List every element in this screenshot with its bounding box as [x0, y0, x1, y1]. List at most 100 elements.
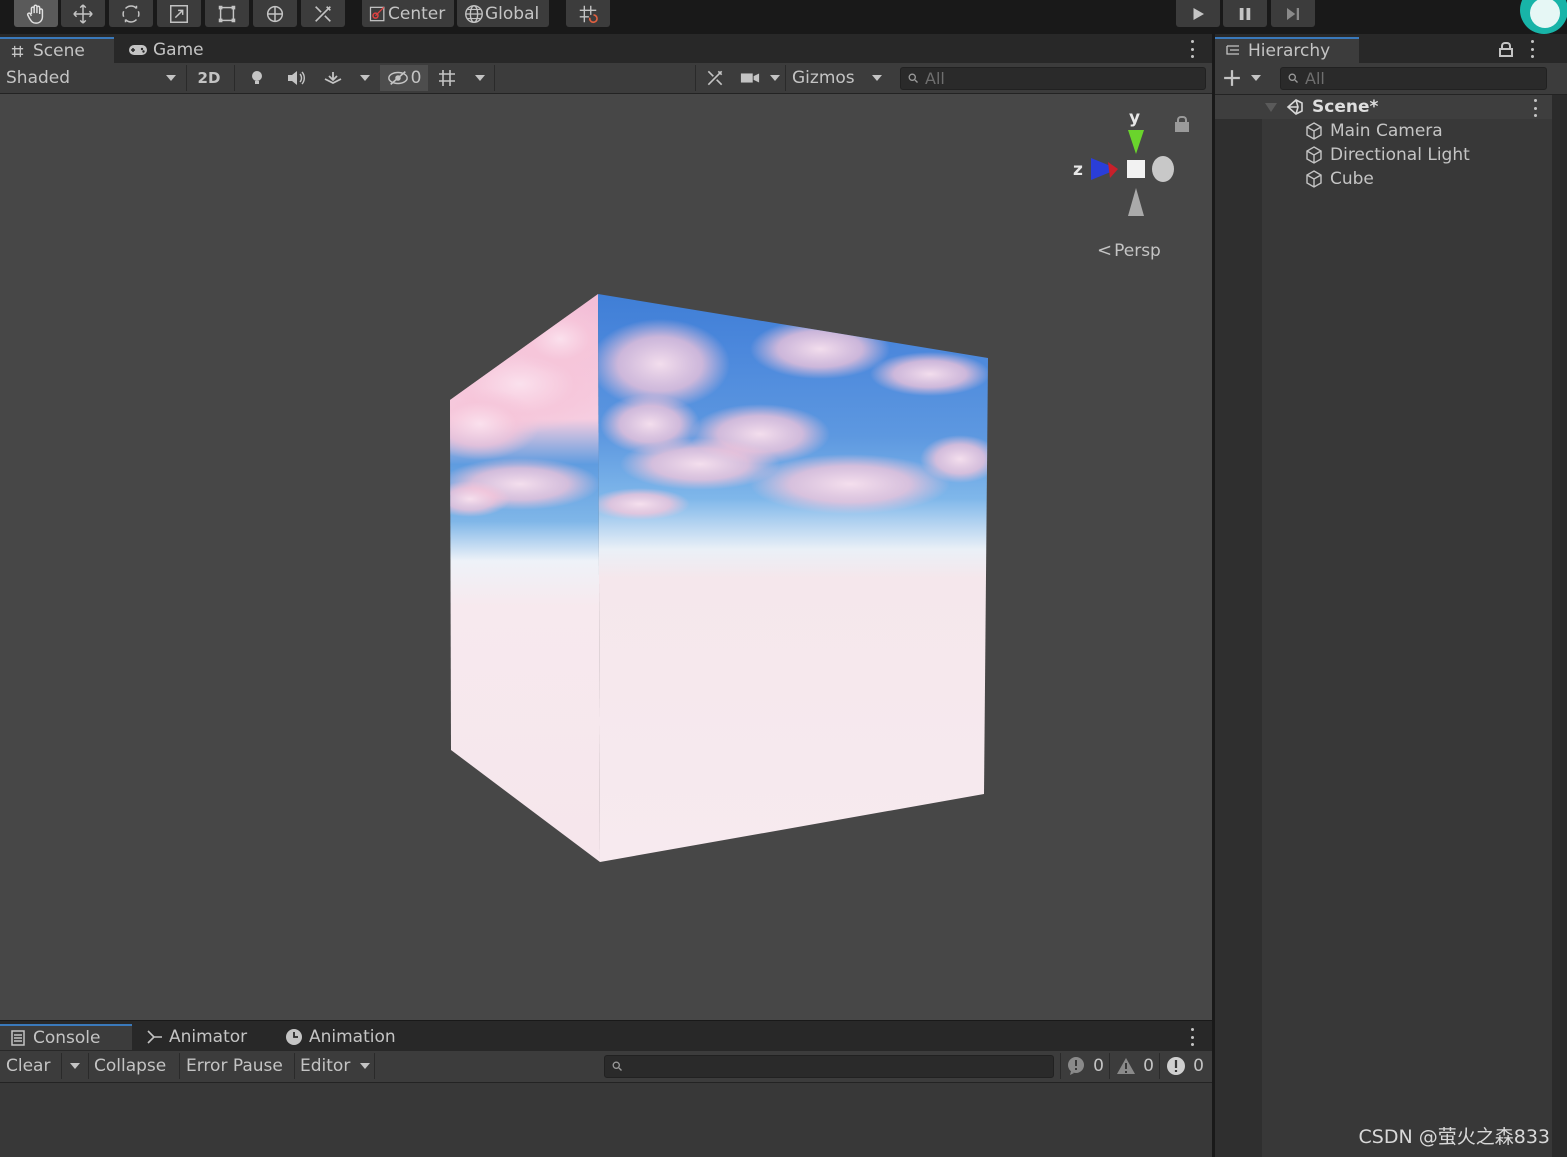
- search-icon: [612, 1061, 622, 1071]
- tab-scene[interactable]: Scene: [0, 37, 114, 63]
- rotate-icon: [122, 4, 140, 23]
- grid-toggle[interactable]: [434, 65, 460, 91]
- shading-mode-dropdown[interactable]: Shaded: [6, 65, 176, 91]
- collapse-label: Collapse: [94, 1056, 167, 1076]
- console-tabbar: Console Animator Animation: [0, 1021, 1212, 1051]
- scene-row-menu-icon[interactable]: [1532, 99, 1538, 117]
- lightbulb-icon: [252, 71, 262, 84]
- scene-visibility-toggle[interactable]: 0: [380, 65, 428, 91]
- hierarchy-item-directional-light[interactable]: Directional Light: [1215, 143, 1552, 167]
- speaker-icon: [288, 71, 305, 85]
- orientation-gizmo[interactable]: y z < Persp: [1064, 104, 1194, 274]
- info-speech-icon: [1068, 1057, 1084, 1075]
- audio-toggle[interactable]: [283, 65, 309, 91]
- gameobject-cube-icon: [1306, 170, 1322, 188]
- grid-snap-button[interactable]: [566, 0, 610, 27]
- grid-dropdown[interactable]: [470, 65, 490, 91]
- pause-button[interactable]: [1223, 0, 1267, 27]
- hierarchy-scrollbar[interactable]: [1552, 95, 1567, 1157]
- create-object-dropdown[interactable]: [1223, 65, 1261, 91]
- rotate-tool-button[interactable]: [109, 0, 153, 27]
- search-icon: [908, 73, 918, 83]
- pivot-center-toggle[interactable]: Center: [362, 0, 454, 27]
- clear-label: Clear: [6, 1056, 51, 1076]
- scene-camera-dropdown[interactable]: [740, 65, 780, 91]
- tab-hierarchy[interactable]: Hierarchy: [1215, 37, 1359, 63]
- lock-icon-body: [1175, 122, 1189, 132]
- projection-label: Persp: [1114, 240, 1161, 261]
- clear-options-dropdown[interactable]: [66, 1053, 84, 1079]
- rect-tool-button[interactable]: [205, 0, 249, 27]
- space-global-toggle[interactable]: Global: [457, 0, 549, 27]
- gamepad-icon: [129, 45, 147, 55]
- scene-viewport[interactable]: y z < Persp: [0, 94, 1212, 1020]
- error-pause-label: Error Pause: [186, 1056, 283, 1076]
- tab-animation-label: Animation: [309, 1027, 396, 1047]
- tab-game[interactable]: Game: [118, 37, 228, 63]
- transform-tool-button[interactable]: [253, 0, 297, 27]
- hierarchy-item-label: Cube: [1330, 169, 1374, 189]
- chevron-down-icon: [70, 1063, 80, 1069]
- lighting-toggle[interactable]: [244, 65, 270, 91]
- tab-console[interactable]: Console: [0, 1024, 132, 1050]
- account-avatar[interactable]: [1520, 0, 1567, 34]
- hand-tool-button[interactable]: [14, 0, 58, 27]
- chevron-down-icon: [360, 1063, 370, 1069]
- skybox-cube[interactable]: [0, 94, 1212, 1020]
- tab-scene-label: Scene: [33, 41, 85, 61]
- gizmos-dropdown[interactable]: Gizmos: [792, 65, 882, 91]
- hand-icon: [27, 4, 44, 24]
- hierarchy-title: Hierarchy: [1248, 41, 1331, 61]
- move-icon: [73, 3, 93, 24]
- clock-icon: [286, 1029, 302, 1045]
- collapse-toggle[interactable]: Collapse: [94, 1053, 174, 1079]
- errors-filter-toggle[interactable]: 0: [1166, 1053, 1204, 1079]
- errors-count: 0: [1193, 1056, 1204, 1076]
- move-tool-button[interactable]: [61, 0, 105, 27]
- warnings-filter-toggle[interactable]: 0: [1116, 1053, 1154, 1079]
- hierarchy-more-menu-icon[interactable]: [1529, 40, 1535, 58]
- editor-target-dropdown[interactable]: Editor: [300, 1053, 370, 1079]
- plus-icon: [1224, 70, 1240, 86]
- hierarchy-item-main-camera[interactable]: Main Camera: [1215, 119, 1552, 143]
- messages-filter-toggle[interactable]: 0: [1066, 1053, 1104, 1079]
- tab-animator-label: Animator: [169, 1027, 248, 1047]
- scale-tool-button[interactable]: [157, 0, 201, 27]
- console-more-menu-icon[interactable]: [1189, 1028, 1195, 1046]
- tab-animation[interactable]: Animation: [275, 1024, 415, 1050]
- projection-toggle[interactable]: < Persp: [1097, 240, 1161, 261]
- chevron-down-icon: [360, 75, 370, 81]
- step-button[interactable]: [1271, 0, 1315, 27]
- lock-icon-body: [1499, 48, 1513, 57]
- hierarchy-search-input[interactable]: All: [1280, 67, 1547, 90]
- console-log-area[interactable]: [0, 1083, 1212, 1157]
- custom-tool-button[interactable]: [301, 0, 345, 27]
- eye-hidden-icon: [387, 70, 408, 86]
- scale-icon: [170, 4, 188, 23]
- expand-arrow-icon[interactable]: [1265, 103, 1277, 112]
- hierarchy-tree: Scene* Main Camera Directional Light Cub…: [1215, 95, 1552, 1157]
- scene-search-input[interactable]: All: [900, 67, 1206, 90]
- warnings-count: 0: [1143, 1056, 1154, 1076]
- tab-console-label: Console: [33, 1028, 101, 1048]
- chevron-down-icon: [166, 75, 176, 81]
- tab-animator[interactable]: Animator: [136, 1024, 266, 1050]
- error-pause-toggle[interactable]: Error Pause: [186, 1053, 290, 1079]
- hierarchy-panel: Hierarchy All Scene* Main Camera Directi…: [1215, 34, 1567, 1157]
- scene-more-menu-icon[interactable]: [1189, 40, 1195, 58]
- scene-root-row[interactable]: Scene*: [1215, 95, 1552, 119]
- step-icon: [1287, 7, 1299, 20]
- toggle-2d-button[interactable]: 2D: [191, 65, 227, 91]
- tools-icon: [315, 5, 331, 22]
- scene-view-toolbar: Shaded 2D 0 Gizmos All: [0, 63, 1212, 94]
- play-button[interactable]: [1176, 0, 1220, 27]
- watermark-text: CSDN @萤火之森833: [1358, 1126, 1550, 1148]
- chevron-down-icon: [475, 75, 485, 81]
- effects-dropdown[interactable]: [355, 65, 375, 91]
- scene-tools-toggle[interactable]: [702, 65, 728, 91]
- hierarchy-item-cube[interactable]: Cube: [1215, 167, 1552, 191]
- clear-button[interactable]: Clear: [6, 1053, 58, 1079]
- hidden-count: 0: [410, 68, 422, 88]
- console-search-input[interactable]: [604, 1055, 1054, 1078]
- effects-toggle[interactable]: [320, 65, 346, 91]
